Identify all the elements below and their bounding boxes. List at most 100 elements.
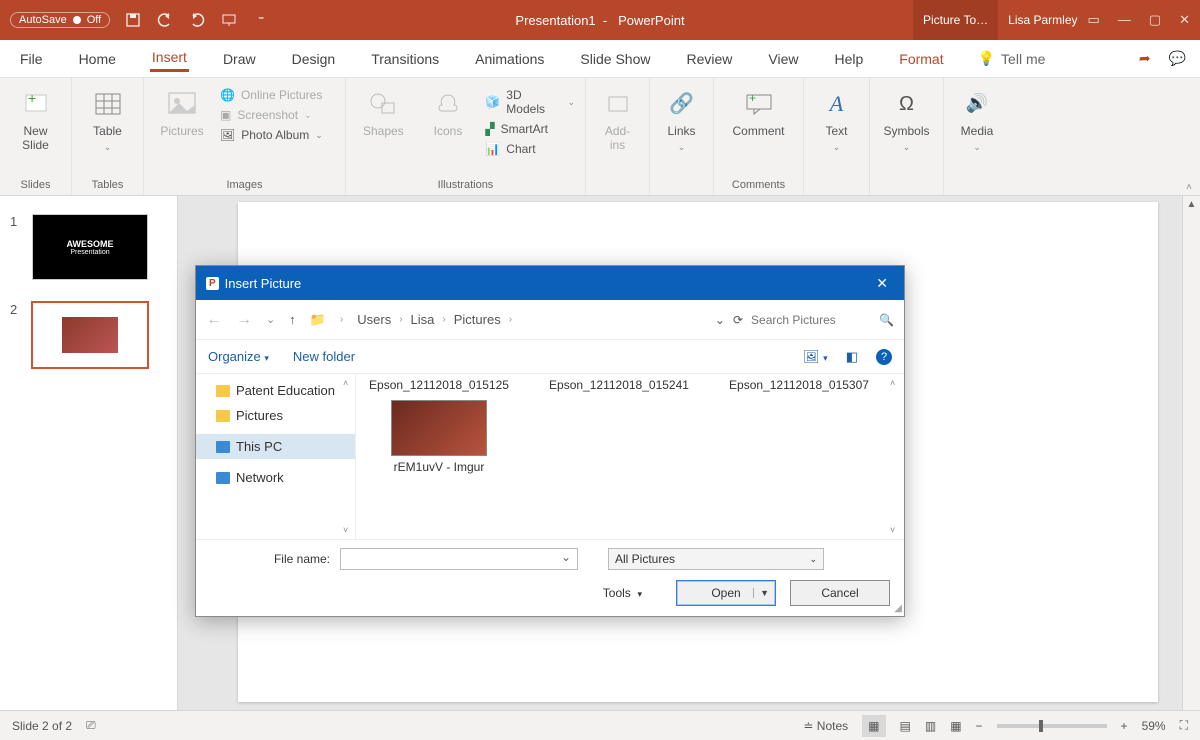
slide-thumb-2[interactable]: 2: [0, 298, 177, 386]
view-mode-icon[interactable]: 🖼 ▾: [803, 349, 828, 365]
table-button[interactable]: Table⌄: [82, 84, 133, 153]
smartart-icon: ▞: [485, 122, 494, 136]
media-button[interactable]: 🔊Media⌄: [954, 84, 1000, 153]
search-input[interactable]: [751, 313, 871, 327]
new-folder-button[interactable]: New folder: [293, 349, 355, 364]
search-icon[interactable]: 🔍: [879, 313, 894, 327]
view-normal-icon[interactable]: ▦: [862, 715, 885, 737]
slide-thumb-1[interactable]: 1 AWESOME Presentation: [0, 210, 177, 298]
file-filter-dropdown[interactable]: All Pictures⌄: [608, 548, 824, 570]
file-item[interactable]: Epson_12112018_015307: [724, 378, 874, 392]
accessibility-icon[interactable]: ⎚: [86, 718, 96, 733]
present-icon[interactable]: [220, 11, 238, 29]
screenshot-button[interactable]: ▣Screenshot ⌄: [220, 108, 323, 122]
tree-item-network[interactable]: Network: [196, 465, 355, 490]
save-icon[interactable]: [124, 11, 142, 29]
online-pictures-button[interactable]: 🌐Online Pictures: [220, 88, 323, 102]
share-icon[interactable]: ➦: [1139, 50, 1151, 67]
tab-insert[interactable]: Insert: [150, 45, 189, 72]
zoom-in-icon[interactable]: +: [1121, 719, 1128, 733]
vertical-scrollbar[interactable]: ▲: [1182, 196, 1200, 710]
help-icon[interactable]: ?: [876, 349, 892, 365]
fit-to-window-icon[interactable]: ⛶: [1180, 718, 1188, 733]
file-item[interactable]: Epson_12112018_015125: [364, 378, 514, 392]
quick-access-toolbar: AutoSave Off ⁼: [0, 11, 280, 29]
undo-icon[interactable]: [156, 11, 174, 29]
view-sorter-icon[interactable]: ▤: [900, 719, 911, 733]
tab-format[interactable]: Format: [897, 47, 945, 71]
tab-review[interactable]: Review: [684, 47, 734, 71]
3d-models-button[interactable]: 🧊3D Models ⌄: [485, 88, 575, 116]
tree-item-pictures[interactable]: Pictures: [196, 403, 355, 428]
nav-recent-icon[interactable]: ⌄: [266, 313, 275, 326]
window-title: Presentation1 - PowerPoint: [515, 13, 684, 28]
zoom-slider[interactable]: [997, 724, 1107, 728]
photo-album-button[interactable]: 🖼Photo Album ⌄: [220, 128, 323, 142]
filename-input[interactable]: [340, 548, 578, 570]
tell-me[interactable]: 💡 Tell me: [978, 50, 1046, 67]
qat-more-icon[interactable]: ⁼: [252, 11, 270, 29]
tab-animations[interactable]: Animations: [473, 47, 546, 71]
new-slide-button[interactable]: +New Slide: [10, 84, 61, 153]
ribbon-options-icon[interactable]: ▭: [1088, 12, 1100, 28]
tree-item-patent[interactable]: Patent Education: [196, 378, 355, 403]
cancel-button[interactable]: Cancel: [790, 580, 890, 606]
smartart-button[interactable]: ▞SmartArt: [485, 122, 575, 136]
maximize-icon[interactable]: ▢: [1149, 12, 1161, 28]
chart-button[interactable]: 📊Chart: [485, 142, 575, 156]
organize-button[interactable]: Organize ▾: [208, 349, 269, 364]
autosave-toggle[interactable]: AutoSave Off: [10, 12, 110, 28]
tree-item-thispc[interactable]: This PC: [196, 434, 355, 459]
tools-dropdown[interactable]: Tools ▾: [603, 586, 642, 600]
tab-transitions[interactable]: Transitions: [369, 47, 441, 71]
nav-forward-icon[interactable]: →: [236, 311, 252, 329]
files-scrollbar[interactable]: ˄˅: [890, 378, 902, 535]
tab-slideshow[interactable]: Slide Show: [578, 47, 652, 71]
preview-pane-icon[interactable]: ◧: [846, 349, 858, 365]
resize-grip-icon[interactable]: ◢: [894, 603, 902, 614]
refresh-icon[interactable]: ⟳: [733, 313, 743, 327]
open-button[interactable]: Open: [676, 580, 776, 606]
tab-draw[interactable]: Draw: [221, 47, 258, 71]
user-name[interactable]: Lisa Parmley: [1008, 13, 1077, 27]
tab-home[interactable]: Home: [77, 47, 118, 71]
redo-icon[interactable]: [188, 11, 206, 29]
zoom-level[interactable]: 59%: [1142, 719, 1166, 733]
slide-counter[interactable]: Slide 2 of 2: [12, 719, 72, 733]
tab-view[interactable]: View: [766, 47, 800, 71]
dialog-close-icon[interactable]: ✕: [870, 275, 894, 292]
icons-button[interactable]: Icons: [421, 84, 476, 138]
dialog-titlebar[interactable]: P Insert Picture ✕: [196, 266, 904, 300]
tree-scrollbar[interactable]: ˄˅: [343, 378, 353, 535]
minimize-icon[interactable]: —: [1118, 12, 1131, 28]
file-item[interactable]: Epson_12112018_015241: [544, 378, 694, 392]
nav-up-icon[interactable]: ↑: [289, 312, 296, 327]
file-list[interactable]: Epson_12112018_015125 Epson_12112018_015…: [356, 374, 904, 539]
crumb-dropdown-icon[interactable]: ⌄: [715, 313, 725, 327]
scroll-up-icon[interactable]: ▲: [1183, 196, 1200, 214]
close-icon[interactable]: ✕: [1179, 12, 1190, 28]
tab-file[interactable]: File: [18, 47, 45, 71]
pictures-button[interactable]: Pictures: [154, 84, 210, 138]
comment-button[interactable]: +Comment: [724, 84, 793, 138]
links-button[interactable]: 🔗Links⌄: [660, 84, 703, 153]
shapes-button[interactable]: Shapes: [356, 84, 411, 138]
view-reading-icon[interactable]: ▥: [925, 719, 936, 733]
breadcrumb[interactable]: Users› Lisa› Pictures›: [357, 312, 512, 327]
lightbulb-icon: 💡: [978, 50, 995, 67]
view-slideshow-icon[interactable]: ▦: [950, 719, 961, 733]
tab-help[interactable]: Help: [832, 47, 865, 71]
collapse-ribbon-icon[interactable]: ˄: [1186, 182, 1192, 193]
addins-button[interactable]: Add- ins: [596, 84, 639, 153]
network-icon: [216, 472, 230, 484]
nav-back-icon[interactable]: ←: [206, 311, 222, 329]
comments-icon[interactable]: 💬: [1169, 50, 1186, 67]
svg-text:+: +: [749, 92, 756, 105]
ribbon-tabs: File Home Insert Draw Design Transitions…: [0, 40, 1200, 78]
file-item[interactable]: rEM1uvV - Imgur: [364, 392, 514, 474]
tab-design[interactable]: Design: [290, 47, 338, 71]
text-button[interactable]: AText⌄: [814, 84, 859, 153]
symbols-button[interactable]: ΩSymbols⌄: [880, 84, 933, 153]
notes-button[interactable]: ≐ Notes: [803, 719, 848, 733]
zoom-out-icon[interactable]: −: [976, 719, 983, 733]
